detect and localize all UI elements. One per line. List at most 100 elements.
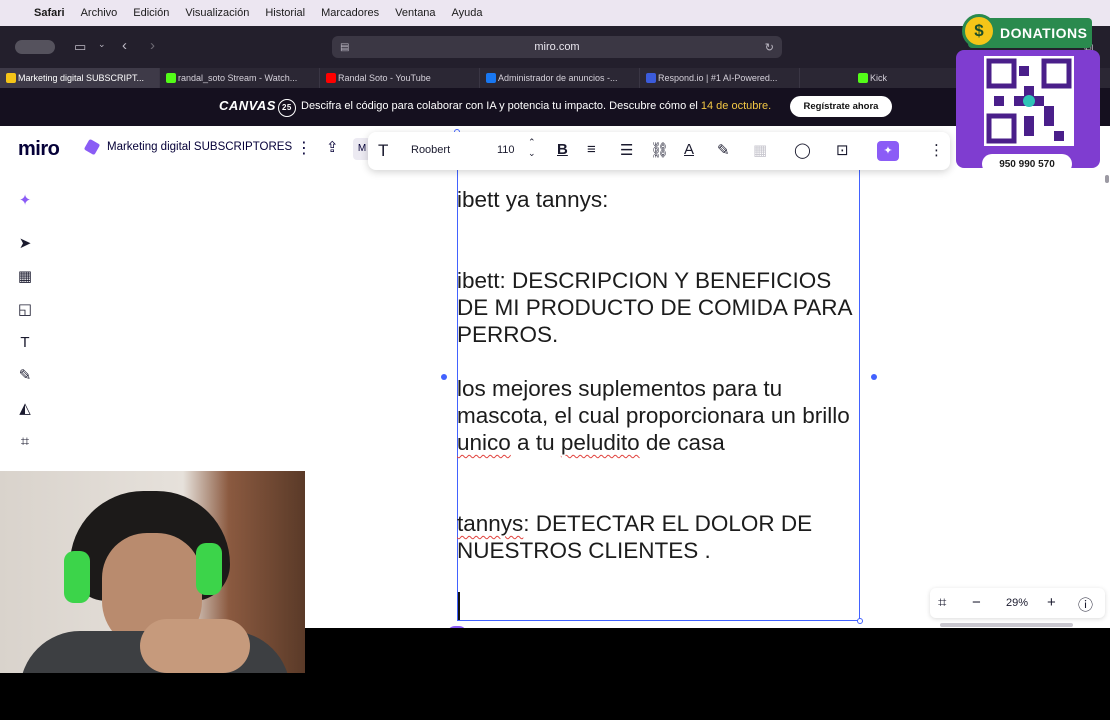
- register-button[interactable]: Regístrate ahora: [790, 96, 892, 117]
- font-selector[interactable]: Roobert: [411, 144, 450, 156]
- chevron-down-icon[interactable]: ⌄: [98, 39, 106, 50]
- banner-message-text: Descifra el código para colaborar con IA…: [301, 100, 698, 112]
- tab-respond-io[interactable]: Respond.io | #1 AI-Powered...: [640, 68, 800, 88]
- zoom-level[interactable]: 29%: [1006, 597, 1028, 609]
- qr-code-icon: [984, 56, 1074, 146]
- text-line: ibett ya tannys:: [457, 187, 609, 212]
- tab-label: Randal Soto - YouTube: [338, 73, 431, 83]
- more-options-icon[interactable]: ⋮: [296, 138, 312, 158]
- headset-icon: [196, 543, 222, 595]
- align-left-icon[interactable]: ≡: [587, 141, 596, 158]
- menu-ventana[interactable]: Ventana: [395, 7, 435, 19]
- forward-icon[interactable]: ›: [150, 37, 155, 54]
- vertical-scrollbar[interactable]: [1105, 175, 1109, 183]
- reload-icon[interactable]: ↻: [765, 41, 774, 54]
- ai-sparkle-icon[interactable]: ✦: [12, 188, 38, 214]
- tab-label: Respond.io | #1 AI-Powered...: [658, 73, 778, 83]
- connector-anchor-icon[interactable]: ⇧: [447, 626, 467, 628]
- comment-icon[interactable]: ◯: [794, 141, 811, 159]
- text-format-toolbar: T Roobert 110 ⌃ ⌄ B ≡ ☰ ⛓ A ✎ ▦ ◯ ⊡ ✦ ⋮: [368, 132, 950, 170]
- sidebar-icon[interactable]: ▭: [74, 39, 86, 55]
- menu-archivo[interactable]: Archivo: [81, 7, 118, 19]
- canva-logo: CANVAS 25: [219, 98, 296, 117]
- ai-assist-icon[interactable]: ✦: [877, 141, 899, 161]
- export-icon[interactable]: ⇪: [326, 138, 339, 156]
- more-options-icon[interactable]: ⋮: [929, 141, 944, 159]
- meta-favicon-icon: [486, 73, 496, 83]
- webcam-hand: [140, 619, 250, 673]
- shapes-icon[interactable]: ◭: [12, 396, 38, 422]
- resize-handle[interactable]: [871, 374, 877, 380]
- kick-favicon-icon: [166, 73, 176, 83]
- webcam-overlay: [0, 471, 305, 673]
- safari-toolbar: ▭ ⌄ ‹ › ▤ miro.com ↻ ⧉: [0, 26, 1110, 68]
- frame-icon[interactable]: ⌗: [12, 429, 38, 455]
- templates-icon[interactable]: ▦: [12, 264, 38, 290]
- fill-pattern-icon[interactable]: ▦: [753, 141, 767, 159]
- select-cursor-icon[interactable]: ➤: [12, 231, 38, 257]
- macos-menubar: Safari Archivo Edición Visualización His…: [0, 0, 1110, 26]
- link-icon[interactable]: ⛓: [650, 141, 669, 159]
- tab-label: Kick: [870, 73, 888, 83]
- sticky-note-icon[interactable]: ◱: [12, 297, 38, 323]
- banner-highlight: 14 de octubre.: [700, 100, 772, 112]
- fit-to-screen-icon[interactable]: ⌗: [938, 594, 946, 611]
- menu-ayuda[interactable]: Ayuda: [452, 7, 483, 19]
- dollar-coin-icon: $: [962, 14, 996, 48]
- menu-app-name[interactable]: Safari: [34, 7, 65, 19]
- tab-label: Marketing digital SUBSCRIPT...: [18, 73, 145, 83]
- zoom-in-icon[interactable]: +: [1047, 594, 1056, 611]
- help-icon[interactable]: ⓘ: [1078, 594, 1093, 615]
- tab-youtube[interactable]: Randal Soto - YouTube: [320, 68, 480, 88]
- text-icon[interactable]: T: [12, 330, 38, 356]
- bold-icon[interactable]: B: [557, 141, 568, 158]
- banner-message: Descifra el código para colaborar con IA…: [301, 100, 771, 112]
- back-icon[interactable]: ‹: [122, 37, 127, 54]
- tab-label: randal_soto Stream - Watch...: [178, 73, 298, 83]
- resize-handle[interactable]: [857, 618, 863, 624]
- highlight-icon[interactable]: ✎: [717, 141, 730, 159]
- text-cursor: [458, 592, 460, 620]
- url-text: miro.com: [534, 41, 580, 53]
- canva-logo-text: CANVAS: [219, 98, 276, 113]
- menu-marcadores[interactable]: Marcadores: [321, 7, 379, 19]
- tab-miro[interactable]: Marketing digital SUBSCRIPT...: [0, 68, 160, 88]
- canva-logo-badge: 25: [277, 99, 296, 117]
- zoom-controls: ⌗ − 29% + ⓘ: [930, 588, 1105, 618]
- board-icon: [83, 138, 101, 156]
- headset-icon: [64, 551, 90, 603]
- board-header: miro Marketing digital SUBSCRIPTORES ⋮ ⇪…: [0, 126, 371, 170]
- font-size-input[interactable]: 110: [497, 144, 515, 156]
- tab-ads-manager[interactable]: Administrador de anuncios -...: [480, 68, 640, 88]
- tab-kick[interactable]: Kick: [800, 68, 960, 88]
- miro-favicon-icon: [6, 73, 16, 83]
- zoom-out-icon[interactable]: −: [972, 594, 981, 611]
- respond-favicon-icon: [646, 73, 656, 83]
- menu-visualizacion[interactable]: Visualización: [185, 7, 249, 19]
- page-icon: ▤: [340, 41, 350, 53]
- pen-icon[interactable]: ✎: [12, 363, 38, 389]
- text-color-icon[interactable]: A: [684, 141, 694, 158]
- miro-logo[interactable]: miro: [18, 138, 60, 161]
- youtube-favicon-icon: [326, 73, 336, 83]
- font-size-stepper-icon[interactable]: ⌃ ⌄: [528, 137, 536, 159]
- window-controls[interactable]: [15, 40, 55, 54]
- kick-favicon-icon: [858, 73, 868, 83]
- left-toolbar: ✦ ➤ ▦ ◱ T ✎ ◭ ⌗: [8, 184, 42, 479]
- sticky-text-block[interactable]: ibett ya tannys: ibett: DESCRIPCION Y BE…: [457, 186, 860, 564]
- promo-banner: CANVAS 25 Descifra el código para colabor…: [0, 88, 1110, 126]
- menu-historial[interactable]: Historial: [265, 7, 305, 19]
- lock-icon[interactable]: ⊡: [836, 141, 849, 159]
- horizontal-scrollbar[interactable]: [940, 623, 1073, 627]
- text-tool-icon[interactable]: T: [378, 141, 388, 161]
- tab-kick-stream[interactable]: randal_soto Stream - Watch...: [160, 68, 320, 88]
- donations-overlay: DONATIONS $ 950 990 570: [956, 14, 1100, 184]
- resize-handle[interactable]: [441, 374, 447, 380]
- address-bar[interactable]: ▤ miro.com ↻: [332, 36, 782, 58]
- qr-card: [956, 50, 1100, 168]
- bullet-list-icon[interactable]: ☰: [620, 141, 633, 159]
- board-name[interactable]: Marketing digital SUBSCRIPTORES: [107, 141, 292, 153]
- donation-phone: 950 990 570: [982, 154, 1072, 174]
- tab-label: Administrador de anuncios -...: [498, 73, 618, 83]
- menu-edicion[interactable]: Edición: [133, 7, 169, 19]
